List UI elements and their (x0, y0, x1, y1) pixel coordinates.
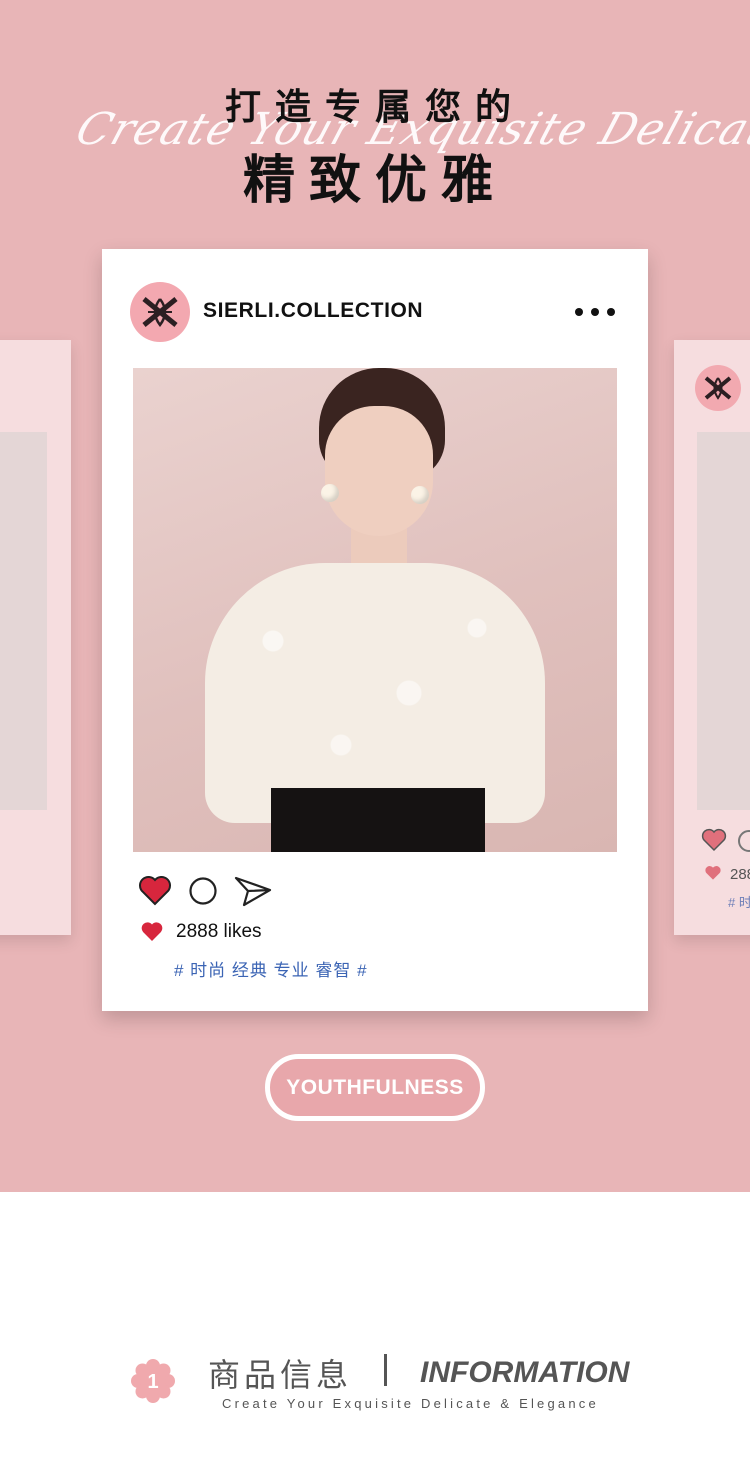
small-heart-icon (705, 866, 721, 880)
side-likes-count: 2888 (730, 866, 750, 883)
side-post-left[interactable] (0, 340, 71, 935)
section-title-cn: 商品信息 (208, 1356, 353, 1394)
side-post-image (0, 432, 47, 810)
comment-icon[interactable] (188, 876, 218, 906)
side-hashtags: # 时 (728, 895, 750, 910)
post-actions (138, 875, 272, 907)
likes-row: 2888 likes (140, 921, 262, 943)
photo-lace-blouse (205, 563, 545, 823)
headline-top: 打造专属您的 (224, 87, 525, 128)
information-section: 1 商品信息 INFORMATION Create Your Exquisite… (0, 1340, 750, 1420)
section-title-en: INFORMATION (420, 1356, 630, 1389)
more-icon[interactable] (575, 303, 615, 321)
photo-face (325, 406, 433, 536)
send-icon[interactable] (234, 875, 272, 907)
brand-logo-icon (704, 376, 732, 400)
section-divider (384, 1354, 387, 1386)
likes-count: 2888 likes (176, 921, 262, 942)
side-avatar (695, 365, 741, 411)
more-dot (591, 308, 599, 316)
photo-earring (321, 484, 339, 502)
brand-logo-icon (142, 297, 178, 328)
side-post-right[interactable]: 2888 # 时 (674, 340, 750, 935)
more-dot (607, 308, 615, 316)
post-hashtags[interactable]: # 时尚 经典 专业 睿智 # (174, 956, 368, 981)
side-post-image (697, 432, 750, 810)
section-subtitle: Create Your Exquisite Delicate & Eleganc… (222, 1396, 599, 1411)
section-number: 1 (147, 1371, 158, 1393)
post-username[interactable]: SIERLI.COLLECTION (203, 299, 423, 323)
photo-black-skirt (271, 788, 485, 852)
headline-main: 精致优雅 (242, 151, 507, 211)
post-photo[interactable] (133, 368, 617, 852)
small-heart-icon (141, 922, 163, 941)
flower-number-icon: 1 (131, 1359, 175, 1403)
comment-icon[interactable] (738, 830, 750, 852)
more-dot (575, 308, 583, 316)
photo-earring (411, 486, 429, 504)
heart-icon[interactable] (701, 828, 727, 852)
heart-icon[interactable] (138, 875, 172, 907)
post-card: SIERLI.COLLECTION 2888 likes # 时尚 经典 专业 … (102, 249, 648, 1011)
youthfulness-button[interactable]: YOUTHFULNESS (265, 1054, 485, 1121)
avatar[interactable] (130, 282, 190, 342)
